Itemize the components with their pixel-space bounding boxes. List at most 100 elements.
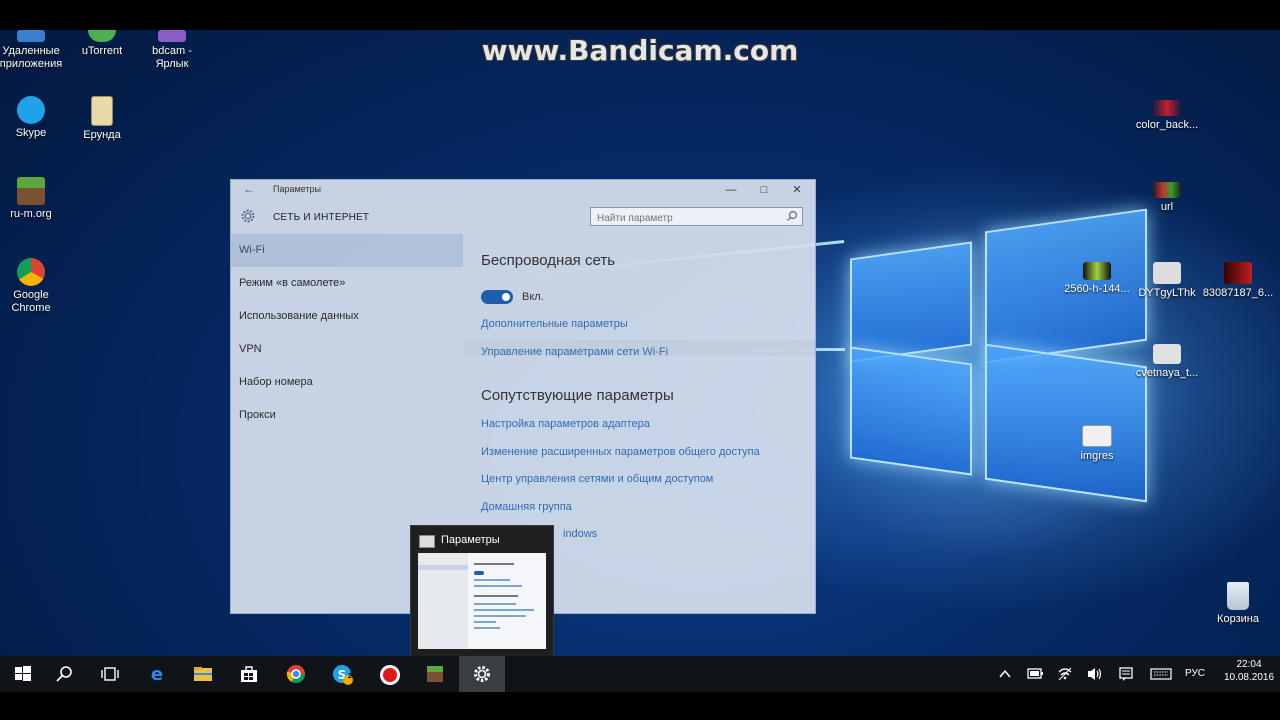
start-button[interactable] bbox=[0, 656, 46, 692]
desktop-icon-label: cvetnaya_t... bbox=[1135, 367, 1199, 379]
taskbar-minecraft[interactable] bbox=[412, 656, 458, 692]
section-title: СЕТЬ И ИНТЕРНЕТ bbox=[273, 212, 370, 223]
desktop-icon-rum[interactable]: ru-m.org bbox=[0, 177, 68, 221]
gear-icon bbox=[241, 209, 255, 223]
desktop-icon-8308[interactable]: 83087187_6... bbox=[1201, 262, 1275, 300]
tray-notifications[interactable] bbox=[1118, 656, 1134, 692]
tray-battery[interactable] bbox=[1026, 656, 1044, 692]
recycle-bin-icon bbox=[1227, 582, 1249, 610]
desktop-icon-url[interactable]: url bbox=[1130, 182, 1204, 214]
chrome-icon bbox=[17, 258, 45, 286]
title-bar[interactable]: ← Параметры — □ ✕ bbox=[231, 180, 815, 200]
desktop-icon-bdcam[interactable]: bdcam - Ярлык bbox=[135, 30, 209, 71]
search-box[interactable] bbox=[590, 207, 803, 227]
preview-thumbnail[interactable] bbox=[418, 553, 546, 649]
desktop-icon-label: ru-m.org bbox=[10, 208, 52, 220]
nav-item-dial-up[interactable]: Набор номера bbox=[231, 366, 463, 399]
search-input[interactable] bbox=[591, 210, 777, 227]
taskbar-preview[interactable]: Параметры bbox=[410, 525, 554, 657]
search-icon bbox=[56, 666, 72, 682]
wireless-heading: Беспроводная сеть bbox=[481, 252, 616, 269]
minecraft-icon bbox=[17, 177, 45, 205]
tray-volume[interactable] bbox=[1086, 656, 1104, 692]
homegroup-link[interactable]: Домашняя группа bbox=[481, 501, 572, 513]
taskbar: e S 2 РУС 22:04 10.08.2016 bbox=[0, 656, 1280, 692]
desktop-icon-label: 83087187_6... bbox=[1202, 287, 1274, 299]
preview-title: Параметры bbox=[441, 534, 500, 546]
tray-keyboard[interactable] bbox=[1150, 656, 1172, 692]
folder-icon bbox=[194, 667, 212, 681]
desktop-icon-imgres[interactable]: imgres bbox=[1060, 425, 1134, 463]
taskbar-explorer[interactable] bbox=[180, 656, 226, 692]
back-arrow-icon[interactable]: ← bbox=[243, 182, 255, 196]
nav-item-airplane-mode[interactable]: Режим «в самолете» bbox=[231, 267, 463, 300]
record-icon bbox=[380, 665, 400, 685]
windows-logo-pane bbox=[985, 343, 1147, 503]
image-file-icon bbox=[1224, 262, 1252, 284]
wifi-toggle[interactable] bbox=[481, 290, 513, 304]
nav-item-proxy[interactable]: Прокси bbox=[231, 399, 463, 432]
image-file-icon bbox=[1153, 100, 1181, 116]
speaker-icon bbox=[1088, 668, 1102, 680]
close-button[interactable]: ✕ bbox=[781, 180, 813, 200]
related-settings-heading: Сопутствующие параметры bbox=[481, 387, 674, 404]
manage-wifi-link[interactable]: Управление параметрами сети Wi-Fi bbox=[481, 346, 668, 358]
desktop-icon-chrome[interactable]: Google Chrome bbox=[0, 258, 68, 315]
desktop-icon-2560[interactable]: 2560-h-144... bbox=[1060, 262, 1134, 296]
image-file-icon bbox=[1153, 182, 1181, 198]
desktop-icon-label: uTorrent bbox=[81, 45, 123, 57]
maximize-button[interactable]: □ bbox=[748, 180, 780, 200]
top-letterbox bbox=[0, 0, 1280, 30]
desktop-icon-recycle-bin[interactable]: Корзина bbox=[1201, 582, 1275, 626]
desktop-icon-color-back[interactable]: color_back... bbox=[1130, 100, 1204, 132]
clock-date: 10.08.2016 bbox=[1223, 672, 1275, 683]
bottom-letterbox bbox=[0, 692, 1280, 720]
svg-text:e: e bbox=[151, 664, 163, 684]
windows-logo-pane bbox=[850, 346, 972, 476]
desktop-icon-label: DYTgyLThk bbox=[1138, 287, 1196, 299]
wifi-icon bbox=[1058, 667, 1072, 681]
nav-item-vpn[interactable]: VPN bbox=[231, 333, 463, 366]
taskbar-settings[interactable] bbox=[459, 656, 505, 692]
desktop-icon-label: Удаленные приложения bbox=[0, 45, 63, 70]
skype-icon bbox=[17, 96, 45, 124]
desktop-icon-dytgy[interactable]: DYTgyLThk bbox=[1130, 262, 1204, 300]
toggle-knob bbox=[502, 293, 510, 301]
advanced-options-link[interactable]: Дополнительные параметры bbox=[481, 318, 628, 330]
task-view-icon bbox=[101, 667, 119, 681]
input-language[interactable]: РУС bbox=[1185, 656, 1205, 692]
nav-item-data-usage[interactable]: Использование данных bbox=[231, 300, 463, 333]
task-view-button[interactable] bbox=[87, 656, 133, 692]
tray-network[interactable] bbox=[1056, 656, 1074, 692]
clock-time: 22:04 bbox=[1236, 659, 1262, 670]
desktop-icon-skype[interactable]: Skype bbox=[0, 96, 68, 140]
tray-overflow[interactable] bbox=[998, 656, 1012, 692]
network-center-link[interactable]: Центр управления сетями и общим доступом bbox=[481, 473, 713, 485]
desktop-icon-utorrent[interactable]: uTorrent bbox=[65, 30, 139, 58]
minimize-button[interactable]: — bbox=[715, 180, 747, 200]
edge-icon: e bbox=[151, 664, 163, 684]
sharing-settings-link[interactable]: Изменение расширенных параметров общего … bbox=[481, 446, 760, 458]
desktop-icon-cvetnaya[interactable]: cvetnaya_t... bbox=[1130, 344, 1204, 380]
battery-icon bbox=[1027, 668, 1043, 679]
store-icon bbox=[241, 666, 257, 682]
bdcam-icon bbox=[158, 30, 186, 42]
skype-badge: 2 bbox=[348, 673, 352, 680]
keyboard-icon bbox=[1150, 668, 1172, 680]
taskbar-skype[interactable]: S 2 bbox=[319, 656, 365, 692]
taskbar-store[interactable] bbox=[226, 656, 272, 692]
desktop-icon-erunda[interactable]: Ерунда bbox=[65, 96, 139, 142]
clock[interactable]: 22:04 10.08.2016 bbox=[1218, 658, 1280, 684]
utorrent-icon bbox=[88, 30, 116, 42]
taskbar-chrome[interactable] bbox=[273, 656, 319, 692]
firewall-link[interactable]: indows bbox=[563, 528, 597, 540]
screen: www.Bandicam.com Удаленные приложения uT… bbox=[0, 0, 1280, 720]
taskbar-edge[interactable]: e bbox=[134, 656, 180, 692]
adapter-settings-link[interactable]: Настройка параметров адаптера bbox=[481, 418, 650, 430]
search-icon bbox=[787, 210, 798, 221]
taskbar-bandicam[interactable] bbox=[366, 656, 412, 692]
nav-item-wifi[interactable]: Wi-Fi bbox=[231, 234, 463, 267]
desktop-icon-remote-apps[interactable]: Удаленные приложения bbox=[0, 30, 68, 71]
search-button[interactable] bbox=[41, 656, 87, 692]
desktop-icon-label: Ерунда bbox=[83, 129, 121, 141]
